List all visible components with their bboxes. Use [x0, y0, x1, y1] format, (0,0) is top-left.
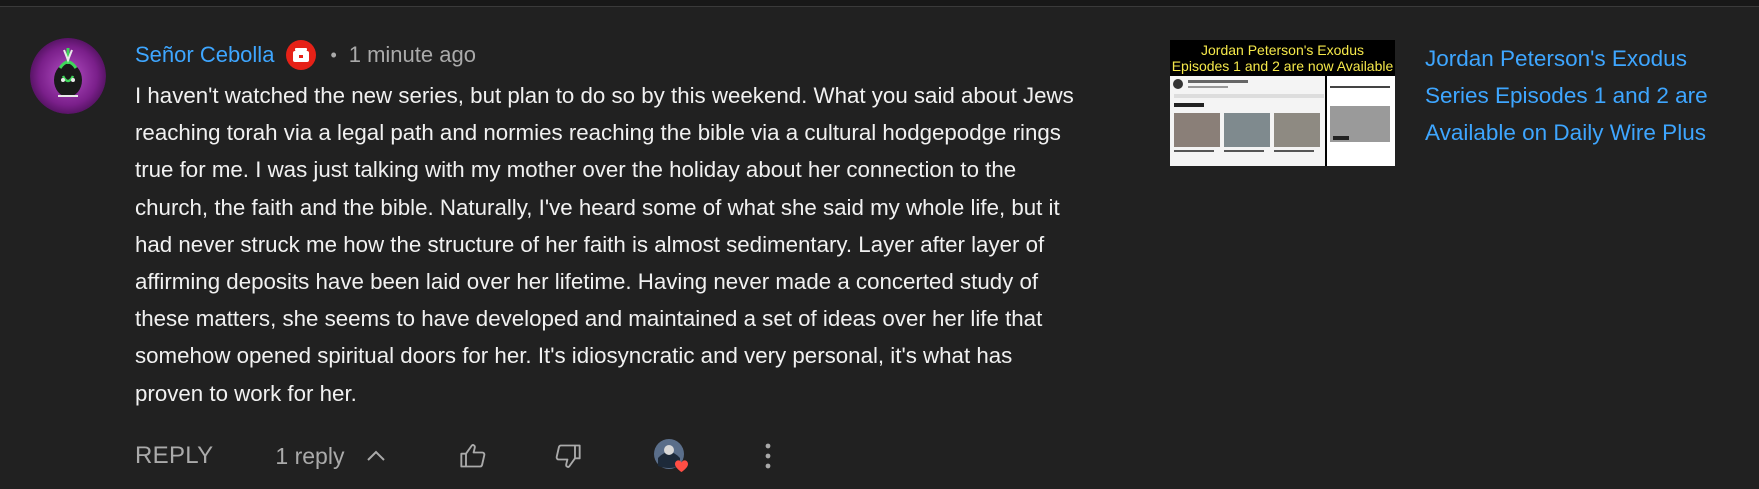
youtube-member-badge-icon — [286, 40, 317, 70]
dislike-button[interactable] — [548, 436, 588, 476]
linked-video-title[interactable]: Jordan Peterson's Exodus Series Episodes… — [1425, 40, 1745, 151]
thumbs-up-icon — [460, 444, 486, 468]
comment-timestamp[interactable]: 1 minute ago — [349, 42, 476, 68]
thumbnail-banner-line1: Jordan Peterson's Exodus — [1201, 42, 1364, 58]
more-actions-button[interactable] — [748, 436, 788, 476]
more-vert-icon — [765, 443, 771, 469]
linked-video-thumbnail[interactable]: Jordan Peterson's Exodus Episodes 1 and … — [1170, 40, 1395, 166]
comment-header: Señor Cebolla • 1 minute ago — [135, 38, 1165, 72]
comment-body: I haven't watched the new series, but pl… — [135, 83, 1074, 406]
author-name[interactable]: Señor Cebolla — [135, 42, 274, 68]
thumbnail-banner: Jordan Peterson's Exodus Episodes 1 and … — [1170, 40, 1395, 78]
comment: Señor Cebolla • 1 minute ago I haven't w… — [135, 38, 1165, 412]
thumbnail-banner-line2: Episodes 1 and 2 are now Available — [1171, 58, 1394, 74]
replies-count-label: 1 reply — [275, 442, 345, 469]
thumbs-down-icon — [555, 444, 581, 468]
separator-dot: • — [330, 44, 337, 65]
reply-button[interactable]: REPLY — [135, 442, 213, 470]
creator-heart-badge[interactable] — [653, 438, 689, 474]
chevron-up-icon — [367, 450, 386, 461]
like-button[interactable] — [453, 436, 493, 476]
avatar[interactable] — [30, 38, 106, 114]
creator-heart-icon — [654, 439, 688, 472]
thumbnail-screenshot-image — [1170, 76, 1395, 166]
comment-actions: REPLY 1 reply — [135, 436, 935, 476]
top-divider — [0, 0, 1759, 7]
view-replies-button[interactable]: 1 reply — [275, 443, 386, 470]
onion-avatar-image — [30, 38, 106, 114]
